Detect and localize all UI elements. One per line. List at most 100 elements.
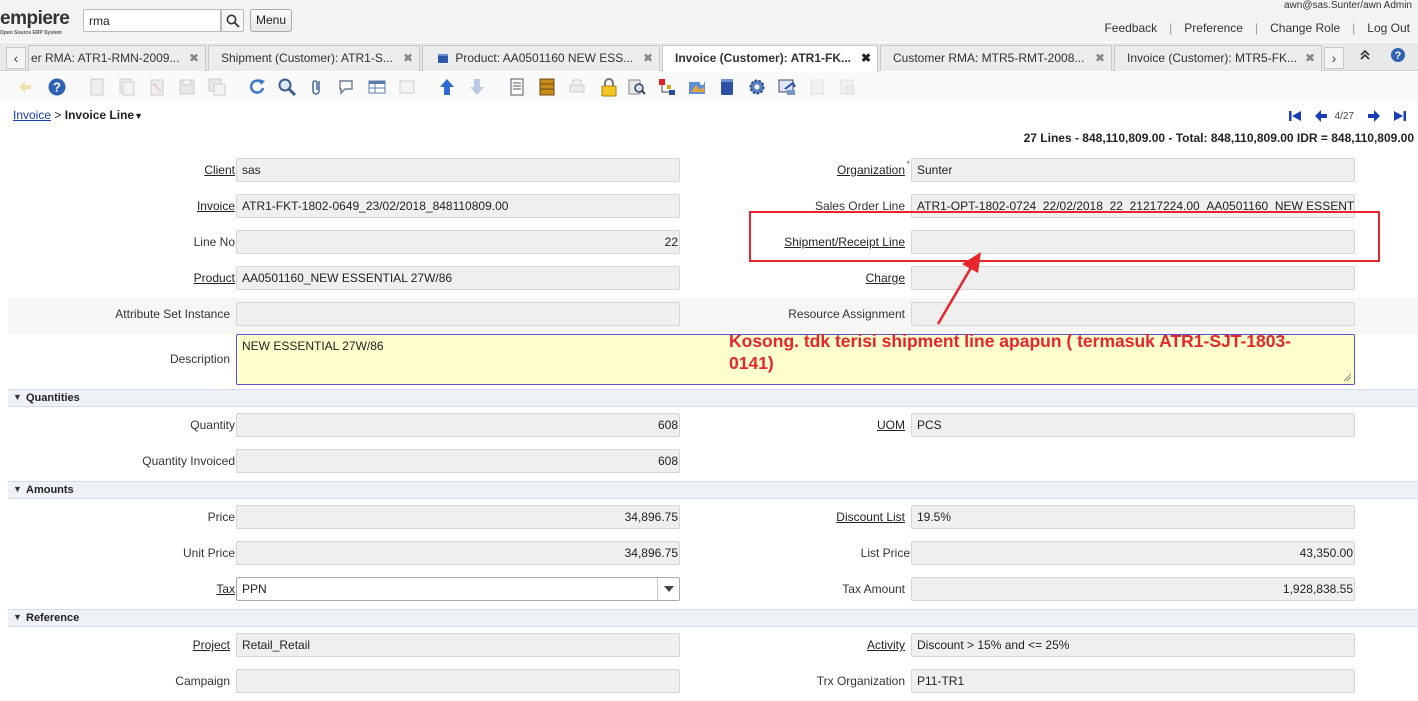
tax-select[interactable]: PPN — [236, 577, 680, 601]
attribute-set-instance-field[interactable] — [236, 302, 680, 326]
help-icon[interactable]: ? — [46, 76, 68, 98]
list-price-label: List Price* — [860, 542, 915, 560]
section-reference-header[interactable]: ▼ Reference — [8, 609, 1418, 627]
breadcrumb-invoice-link[interactable]: Invoice — [13, 108, 51, 122]
refresh-icon[interactable] — [246, 76, 268, 98]
product-field[interactable]: AA0501160_NEW ESSENTIAL 27W/86 — [236, 266, 680, 290]
feedback-link[interactable]: Feedback — [1104, 21, 1157, 35]
price-field[interactable]: 34,896.75 — [236, 505, 680, 529]
delete-record-icon[interactable] — [146, 76, 168, 98]
workflow-icon[interactable] — [716, 76, 738, 98]
client-label[interactable]: Client* — [204, 159, 240, 177]
last-record-icon[interactable] — [1390, 107, 1410, 125]
quantity-invoiced-field[interactable]: 608 — [236, 449, 680, 473]
search-button[interactable] — [221, 9, 244, 32]
charge-field[interactable] — [911, 266, 1355, 290]
section-quantities-header[interactable]: ▼ Quantities — [8, 389, 1418, 407]
preference-link[interactable]: Preference — [1184, 21, 1243, 35]
invoice-label[interactable]: Invoice* — [197, 195, 240, 213]
grid-toggle-icon[interactable] — [366, 76, 388, 98]
dropdown-arrow-icon[interactable] — [657, 578, 679, 600]
tab-scroll-left-button[interactable]: ‹ — [6, 47, 26, 69]
file-import-icon[interactable] — [836, 76, 858, 98]
resource-assignment-field[interactable] — [911, 302, 1355, 326]
menu-button[interactable]: Menu — [250, 9, 292, 32]
previous-record-icon[interactable] — [1311, 107, 1331, 125]
print-icon[interactable] — [566, 76, 588, 98]
first-record-icon[interactable] — [1285, 107, 1305, 125]
project-field[interactable]: Retail_Retail — [236, 633, 680, 657]
settings-gear-icon[interactable] — [746, 76, 768, 98]
tab-scroll-right-button[interactable]: › — [1324, 47, 1344, 69]
save-new-icon[interactable] — [206, 76, 228, 98]
zoom-across-icon[interactable] — [626, 76, 648, 98]
list-price-field[interactable]: 43,350.00 — [911, 541, 1355, 565]
chat-icon[interactable] — [336, 76, 358, 98]
organization-label[interactable]: Organization * — [837, 159, 910, 177]
tab-shipment-customer[interactable]: Shipment (Customer): ATR1-S... ✖ — [208, 45, 420, 71]
report-icon[interactable] — [506, 76, 528, 98]
global-search-input[interactable] — [83, 9, 221, 32]
logout-link[interactable]: Log Out — [1367, 21, 1410, 35]
invoice-field[interactable]: ATR1-FKT-1802-0649_23/02/2018_848110809.… — [236, 194, 680, 218]
tab-close-icon[interactable]: ✖ — [861, 51, 871, 65]
export-icon[interactable] — [806, 76, 828, 98]
ignore-changes-icon[interactable] — [14, 76, 36, 98]
lock-icon[interactable] — [598, 76, 620, 98]
product-label[interactable]: Product — [194, 271, 235, 285]
line-no-field[interactable]: 22 — [236, 230, 680, 254]
caret-down-icon[interactable]: ▼ — [134, 111, 143, 121]
find-icon[interactable] — [276, 76, 298, 98]
client-field[interactable]: sas — [236, 158, 680, 182]
breadcrumb-current[interactable]: Invoice Line — [65, 108, 134, 122]
app-logo[interactable]: empiere Open Source ERP System — [0, 8, 80, 38]
uom-label[interactable]: UOM — [877, 418, 905, 432]
copy-record-icon[interactable] — [116, 76, 138, 98]
tax-amount-field[interactable]: 1,928,838.55 — [911, 577, 1355, 601]
charge-label[interactable]: Charge — [866, 271, 905, 285]
next-record-icon[interactable] — [1364, 107, 1384, 125]
collapse-triangle-icon[interactable]: ▼ — [13, 484, 22, 494]
tab-customer-rma-mtr5[interactable]: Customer RMA: MTR5-RMT-2008... ✖ — [880, 45, 1112, 71]
uom-field[interactable]: PCS — [911, 413, 1355, 437]
logo-text: empiere — [0, 8, 70, 29]
section-amounts-header[interactable]: ▼ Amounts — [8, 481, 1418, 499]
quantity-field[interactable]: 608 — [236, 413, 680, 437]
change-role-link[interactable]: Change Role — [1270, 21, 1340, 35]
tab-close-icon[interactable]: ✖ — [1095, 51, 1105, 65]
tab-close-icon[interactable]: ✖ — [403, 51, 413, 65]
discount-list-field[interactable]: 19.5% — [911, 505, 1355, 529]
archive-icon[interactable] — [536, 76, 558, 98]
activity-label[interactable]: Activity — [867, 638, 905, 652]
request-icon[interactable] — [656, 76, 678, 98]
product-info-icon[interactable] — [686, 76, 708, 98]
organization-field[interactable]: Sunter — [911, 158, 1355, 182]
tab-close-icon[interactable]: ✖ — [189, 51, 199, 65]
activity-field[interactable]: Discount > 15% and <= 25% — [911, 633, 1355, 657]
collapse-icon[interactable] — [1354, 47, 1376, 69]
tab-invoice-customer-mtr5[interactable]: Invoice (Customer): MTR5-FK... ✖ — [1114, 45, 1322, 71]
tab-close-icon[interactable]: ✖ — [1305, 51, 1315, 65]
tab-product[interactable]: Product: AA0501160 NEW ESS... ✖ — [422, 45, 660, 71]
campaign-field[interactable] — [236, 669, 680, 693]
tab-customer-rma-atr1[interactable]: er RMA: ATR1-RMN-2009... ✖ — [28, 45, 206, 71]
tab-invoice-customer-atr1[interactable]: Invoice (Customer): ATR1-FK... ✖ — [662, 45, 878, 72]
tax-label[interactable]: Tax* — [216, 578, 240, 596]
tab-close-icon[interactable]: ✖ — [643, 51, 653, 65]
unit-price-field[interactable]: 34,896.75 — [236, 541, 680, 565]
svg-text:?: ? — [53, 80, 61, 95]
help-icon[interactable]: ? — [1387, 47, 1409, 69]
detail-record-icon[interactable] — [466, 76, 488, 98]
history-icon[interactable] — [396, 76, 418, 98]
attachment-icon[interactable] — [306, 76, 328, 98]
process-icon[interactable] — [776, 76, 798, 98]
parent-record-icon[interactable] — [436, 76, 458, 98]
collapse-triangle-icon[interactable]: ▼ — [13, 392, 22, 402]
save-icon[interactable] — [176, 76, 198, 98]
project-label[interactable]: Project — [193, 638, 230, 652]
trx-organization-field[interactable]: P11-TR1 — [911, 669, 1355, 693]
resize-grip-icon[interactable] — [1343, 373, 1351, 381]
collapse-triangle-icon[interactable]: ▼ — [13, 612, 22, 622]
new-record-icon[interactable] — [86, 76, 108, 98]
discount-list-label[interactable]: Discount List — [836, 510, 905, 524]
